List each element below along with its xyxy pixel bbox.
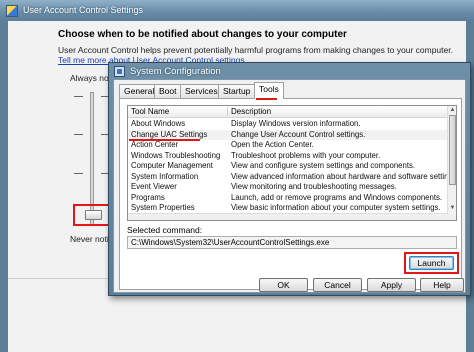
uac-heading: Choose when to be notified about changes…: [58, 29, 347, 40]
tool-description: Open the Action Center.: [231, 140, 314, 149]
tool-description: View advanced information about hardware…: [231, 171, 457, 181]
horizontal-scrollbar[interactable]: [128, 213, 448, 220]
tool-description: View basic information about your comput…: [231, 203, 441, 212]
scroll-down-arrow-icon[interactable]: ▼: [449, 205, 456, 212]
tools-list-header: Tool Name Description: [128, 106, 448, 118]
vertical-scrollbar[interactable]: ▲ ▼: [447, 106, 456, 220]
tools-panel: Tool Name Description About Windows Disp…: [119, 98, 462, 290]
selected-command-field[interactable]: C:\Windows\System32\UserAccountControlSe…: [127, 236, 457, 249]
help-button[interactable]: Help: [420, 278, 464, 292]
apply-button[interactable]: Apply: [367, 278, 416, 292]
tool-description: Troubleshoot problems with your computer…: [231, 150, 381, 160]
tool-name: Windows Troubleshooting: [131, 150, 221, 160]
tool-description: View and configure system settings and c…: [231, 161, 416, 170]
list-item[interactable]: System Properties View basic information…: [128, 203, 448, 214]
tab-services[interactable]: Services: [180, 84, 223, 98]
sysconfig-body: General Boot Services Startup Tools Tool…: [113, 79, 466, 293]
list-item[interactable]: Action Center Open the Action Center.: [128, 140, 448, 151]
column-separator: [227, 107, 228, 117]
slider-tick: [74, 134, 83, 135]
tool-name: Action Center: [131, 140, 179, 149]
cancel-button[interactable]: Cancel: [313, 278, 362, 292]
uac-titlebar: User Account Control Settings: [0, 0, 474, 21]
tool-name: System Information: [131, 171, 199, 181]
system-config-icon: [114, 66, 125, 77]
ok-button[interactable]: OK: [259, 278, 308, 292]
launch-button[interactable]: Launch: [409, 256, 454, 270]
uac-window-title: User Account Control Settings: [23, 5, 144, 15]
list-item[interactable]: Computer Management View and configure s…: [128, 161, 448, 172]
tool-name: About Windows: [131, 119, 186, 128]
column-header-tool-name[interactable]: Tool Name: [131, 107, 169, 116]
list-item[interactable]: Event Viewer View monitoring and trouble…: [128, 182, 448, 193]
scroll-thumb[interactable]: [449, 115, 456, 185]
list-item[interactable]: Programs Launch, add or remove programs …: [128, 193, 448, 204]
tool-description: Display Windows version information.: [231, 119, 361, 128]
tool-name: Computer Management: [131, 161, 213, 170]
tools-tab-underline: [256, 98, 277, 100]
list-item[interactable]: About Windows Display Windows version in…: [128, 119, 448, 130]
sysconfig-title: System Configuration: [130, 66, 221, 77]
tool-description: Launch, add or remove programs and Windo…: [231, 192, 443, 202]
selected-command-label: Selected command:: [127, 225, 203, 235]
tools-list[interactable]: Tool Name Description About Windows Disp…: [127, 105, 457, 221]
slider-tick: [74, 173, 83, 174]
tool-name: Event Viewer: [131, 182, 177, 191]
list-item[interactable]: Windows Troubleshooting Troubleshoot pro…: [128, 151, 448, 162]
shield-icon: [6, 5, 18, 17]
tool-description: Change User Account Control settings.: [231, 129, 366, 139]
system-configuration-window: System Configuration General Boot Servic…: [108, 62, 471, 296]
scroll-up-arrow-icon[interactable]: ▲: [449, 107, 456, 114]
tab-startup[interactable]: Startup: [218, 84, 256, 98]
tab-tools[interactable]: Tools: [254, 82, 284, 99]
column-header-description[interactable]: Description: [231, 107, 271, 116]
slider-tick: [74, 96, 83, 97]
tool-name: System Properties: [131, 203, 195, 212]
tool-description: View monitoring and troubleshooting mess…: [231, 182, 397, 191]
tool-name: Programs: [131, 192, 165, 202]
tab-boot[interactable]: Boot: [154, 84, 182, 98]
uac-description: User Account Control helps prevent poten…: [58, 45, 453, 55]
list-item[interactable]: System Information View advanced informa…: [128, 171, 456, 183]
